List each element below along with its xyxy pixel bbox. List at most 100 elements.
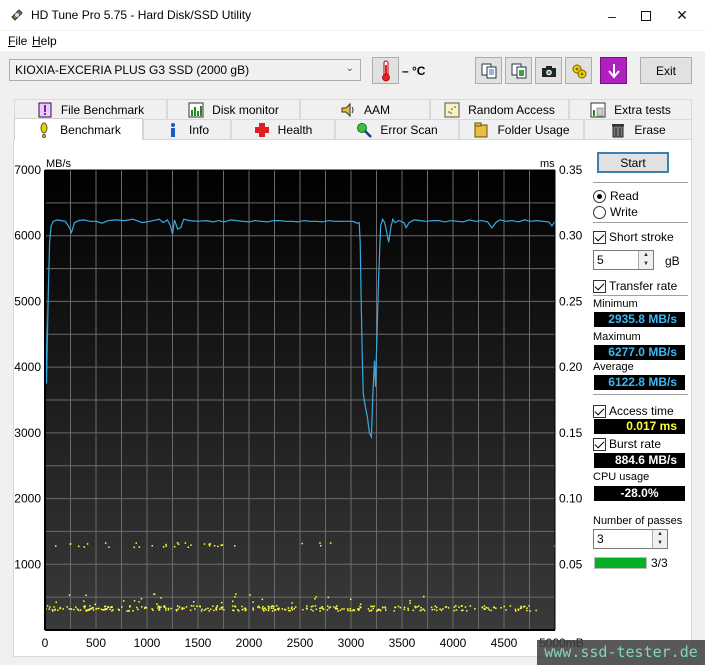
short-stroke-checkbox[interactable]: Short stroke xyxy=(593,230,674,244)
options-icon xyxy=(572,64,586,78)
close-button[interactable]: ✕ xyxy=(659,0,705,31)
access-time-point xyxy=(123,600,125,602)
copy-screenshot-button[interactable] xyxy=(505,57,532,84)
access-time-point xyxy=(66,606,68,608)
access-time-point xyxy=(485,606,488,609)
y-tick-label: 4000 xyxy=(14,360,41,374)
access-time-point xyxy=(221,606,224,608)
transfer-rate-checkbox[interactable]: Transfer rate xyxy=(593,279,677,293)
access-time-point xyxy=(165,543,167,546)
access-time-point xyxy=(385,609,387,611)
tab-erase[interactable]: Erase xyxy=(584,119,692,139)
checkbox-checked-icon xyxy=(593,437,606,451)
tab-aam[interactable]: AAM xyxy=(300,99,430,119)
access-time-point xyxy=(267,609,270,612)
drive-select[interactable]: KIOXIA-EXCERIA PLUS G3 SSD (2000 gB) ⌄ xyxy=(9,59,361,81)
spin-up-icon[interactable]: ▲ xyxy=(639,251,653,260)
access-time-point xyxy=(158,609,160,611)
access-time-point xyxy=(86,543,89,545)
access-time-point xyxy=(252,601,254,603)
file-benchmark-icon xyxy=(37,102,53,118)
short-stroke-spinner[interactable]: 5 ▲ ▼ xyxy=(593,250,654,270)
access-time-point xyxy=(275,609,277,611)
tab-disk-monitor[interactable]: Disk monitor xyxy=(167,99,300,119)
tab-health[interactable]: Health xyxy=(231,119,335,139)
maximize-icon xyxy=(640,10,651,21)
access-time-point xyxy=(358,608,360,610)
access-time-point xyxy=(48,608,50,610)
spin-down-icon[interactable]: ▼ xyxy=(639,260,653,269)
access-time-point xyxy=(70,608,72,610)
read-radio[interactable]: Read xyxy=(593,189,639,203)
tab-folder-usage[interactable]: Folder Usage xyxy=(459,119,584,139)
passes-progress-bar xyxy=(594,557,647,569)
access-time-point xyxy=(384,607,387,609)
menu-help[interactable]: Help xyxy=(32,34,57,48)
temperature-button[interactable] xyxy=(372,57,399,84)
access-time-point xyxy=(83,600,85,602)
app-icon xyxy=(11,9,23,21)
tab-label: File Benchmark xyxy=(60,102,145,117)
access-time-point xyxy=(310,608,313,611)
y2-tick-label: 0.35 xyxy=(559,163,583,177)
access-time-point xyxy=(176,605,179,607)
access-time-point xyxy=(157,605,159,607)
access-time-point xyxy=(289,610,291,612)
access-time-point xyxy=(268,608,270,610)
spin-down-icon[interactable]: ▼ xyxy=(653,539,667,548)
access-time-point xyxy=(283,608,286,611)
exit-button[interactable]: Exit xyxy=(640,57,692,84)
copy-text-button[interactable] xyxy=(475,57,502,84)
tab-random-access[interactable]: Random Access xyxy=(430,99,569,119)
access-time-point xyxy=(360,606,362,609)
access-time-checkbox[interactable]: Access time xyxy=(593,404,674,418)
access-time-point xyxy=(466,610,468,612)
y-tick-label: 3000 xyxy=(14,426,41,440)
access-time-point xyxy=(46,605,49,607)
access-time-point xyxy=(453,609,456,612)
access-time-point xyxy=(306,605,308,607)
tab-error-scan[interactable]: Error Scan xyxy=(335,119,459,139)
tab-extra-tests[interactable]: Extra tests xyxy=(569,99,692,119)
access-time-point xyxy=(347,609,349,612)
access-time-point xyxy=(370,609,373,611)
access-time-point xyxy=(92,606,94,609)
access-time-point xyxy=(488,608,490,611)
tab-info[interactable]: Info xyxy=(143,119,231,139)
average-value: 6122.8 MB/s xyxy=(594,375,685,390)
menu-file[interactable]: File xyxy=(8,34,27,48)
screenshot-button[interactable] xyxy=(535,57,562,84)
options-button[interactable] xyxy=(565,57,592,84)
burst-rate-checkbox[interactable]: Burst rate xyxy=(593,437,661,451)
start-button[interactable]: Start xyxy=(597,152,669,173)
save-button[interactable] xyxy=(600,57,627,84)
access-time-point xyxy=(160,597,162,599)
access-time-point xyxy=(509,605,512,607)
access-time-point xyxy=(219,608,221,610)
window-title: HD Tune Pro 5.75 - Hard Disk/SSD Utility xyxy=(31,8,252,22)
access-time-point xyxy=(138,546,141,548)
access-time-point xyxy=(141,606,143,608)
access-time-point xyxy=(403,608,406,611)
passes-spinner[interactable]: 3 ▲ ▼ xyxy=(593,529,668,549)
access-time-point xyxy=(85,609,87,611)
access-time-point xyxy=(358,609,360,611)
access-time-point xyxy=(281,608,283,610)
access-time-point xyxy=(241,608,244,611)
access-time-point xyxy=(152,609,154,611)
spin-up-icon[interactable]: ▲ xyxy=(653,530,667,539)
access-time-point xyxy=(490,609,492,612)
access-time-point xyxy=(394,606,396,609)
access-time-point xyxy=(235,593,237,595)
tab-label: Folder Usage xyxy=(497,122,570,137)
folder-icon xyxy=(473,122,489,138)
maximize-button[interactable] xyxy=(612,0,658,31)
title-bar: HD Tune Pro 5.75 - Hard Disk/SSD Utility… xyxy=(0,0,705,31)
access-time-point xyxy=(83,605,85,608)
tab-benchmark[interactable]: Benchmark xyxy=(14,118,143,140)
tab-file-benchmark[interactable]: File Benchmark xyxy=(14,99,167,119)
x-tick-label: 4500 xyxy=(491,636,518,650)
access-time-point xyxy=(520,605,522,608)
tab-label: Error Scan xyxy=(380,122,438,137)
write-radio[interactable]: Write xyxy=(593,205,638,219)
